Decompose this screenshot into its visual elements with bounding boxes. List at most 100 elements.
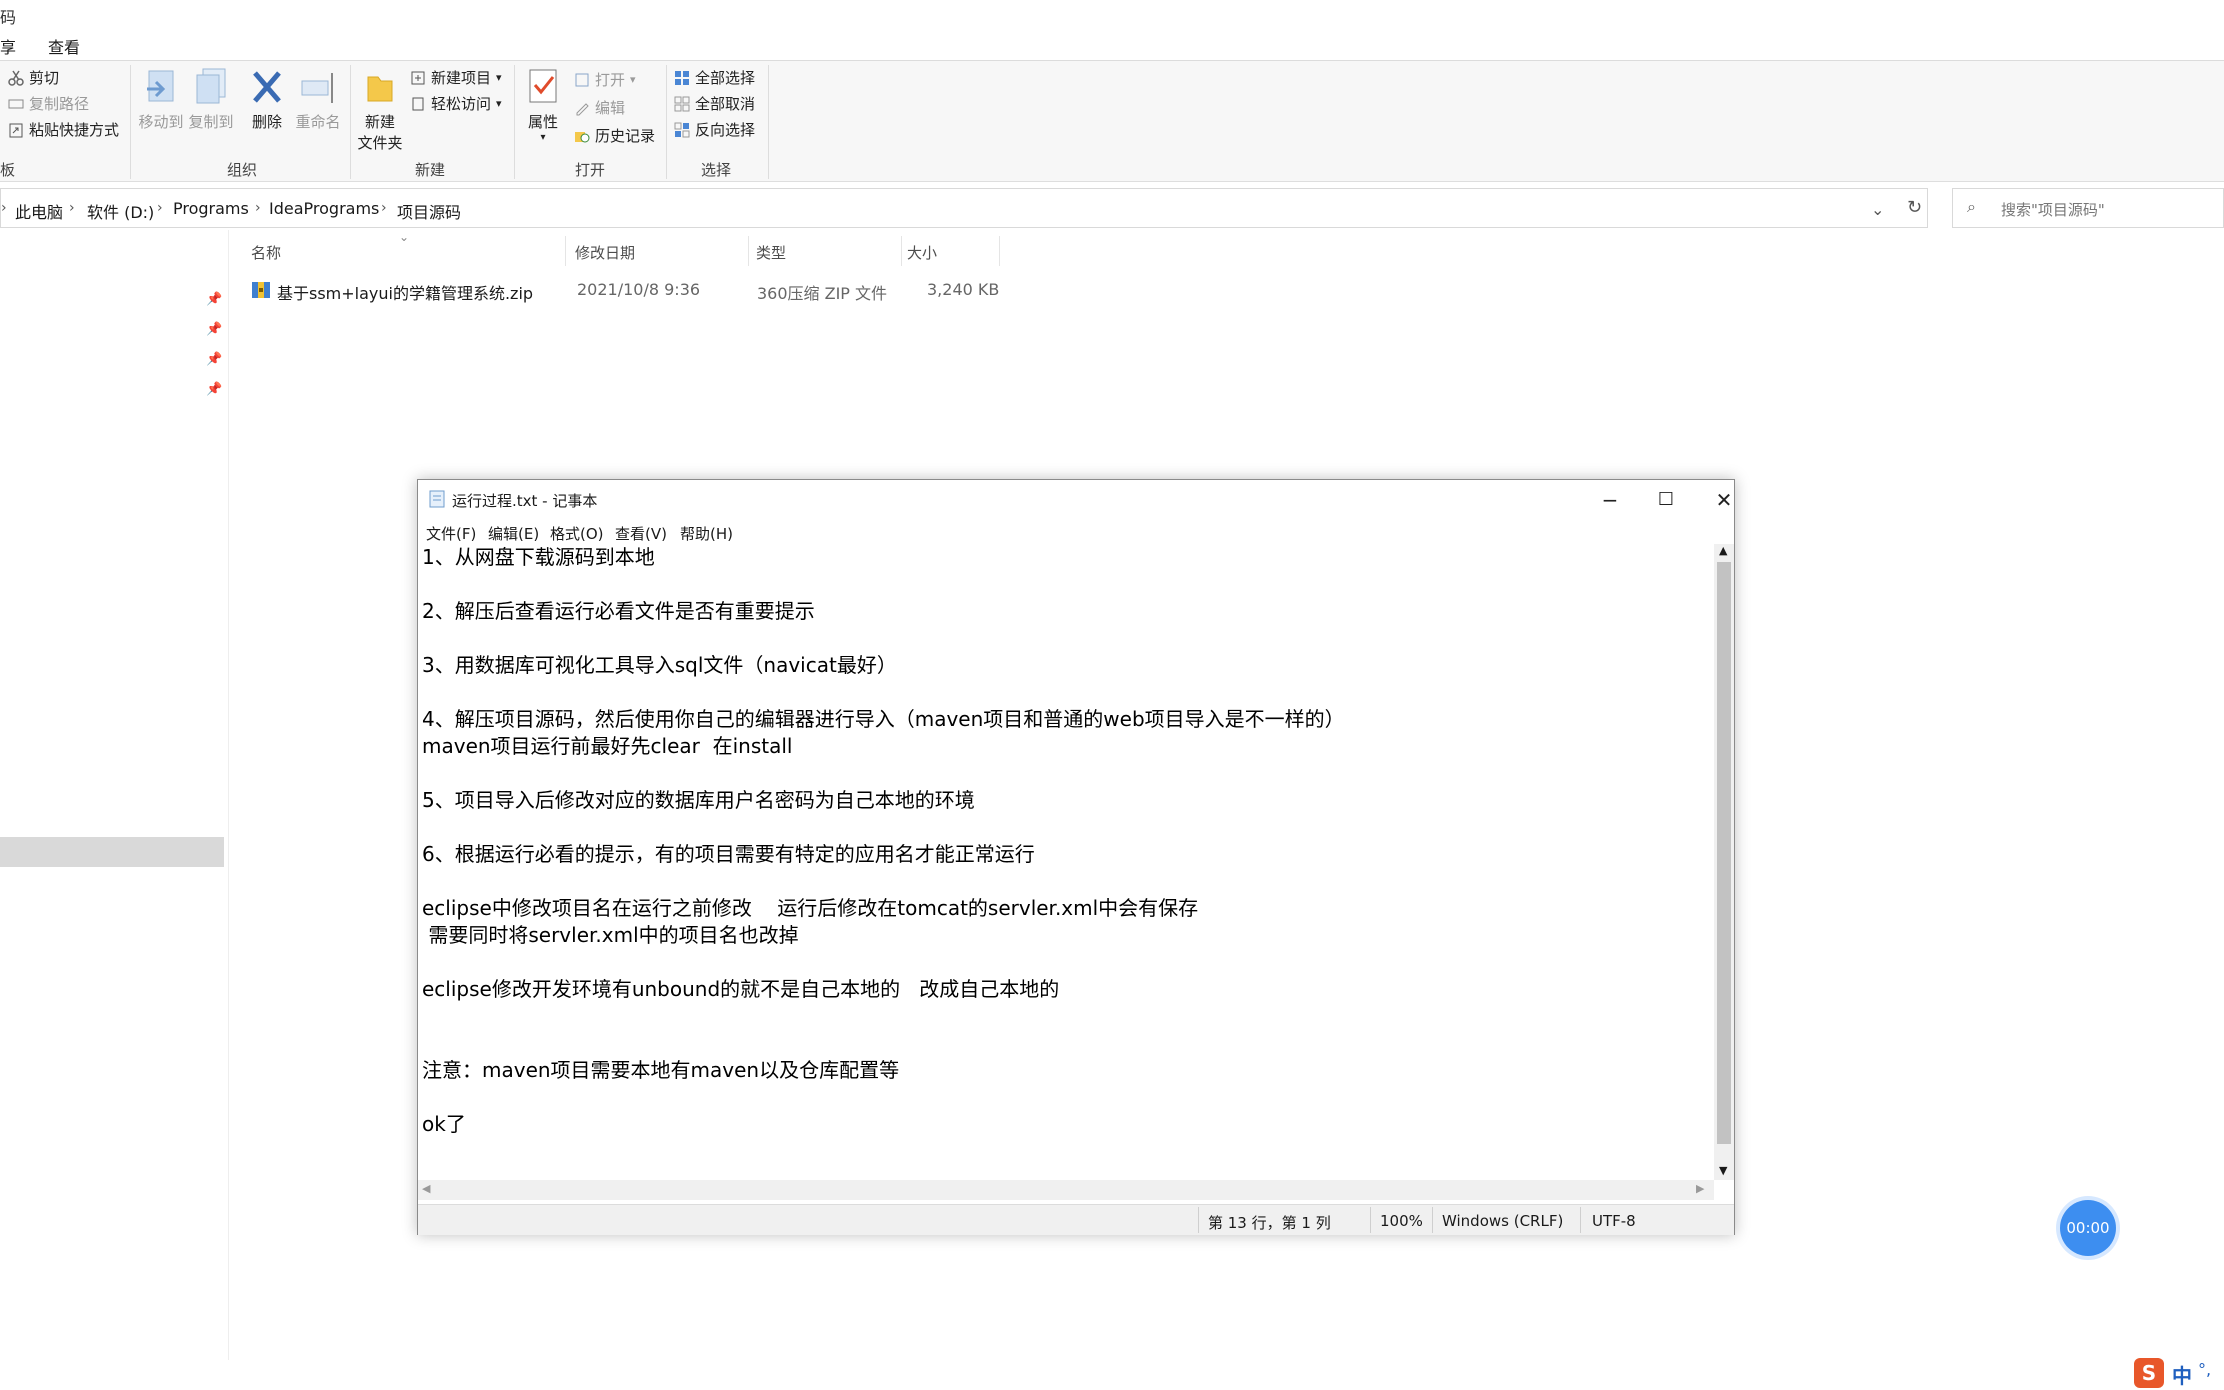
menu-help[interactable]: 帮助(H) bbox=[680, 523, 733, 544]
ime-logo-icon: S bbox=[2134, 1358, 2164, 1388]
dropdown-caret-icon: ▾ bbox=[540, 132, 546, 143]
chevron-right-icon: › bbox=[381, 200, 387, 216]
ribbon-separator bbox=[768, 65, 769, 179]
minimize-icon[interactable]: − bbox=[1588, 486, 1632, 514]
paste-shortcut-button[interactable]: 粘贴快捷方式 bbox=[8, 119, 119, 140]
scroll-right-icon[interactable]: ▶ bbox=[1696, 1182, 1704, 1195]
history-dropdown-icon[interactable]: ⌄ bbox=[1871, 200, 1884, 219]
open-icon bbox=[574, 72, 590, 88]
path-icon bbox=[8, 96, 24, 112]
ime-punct: °, bbox=[2198, 1360, 2212, 1379]
column-separator[interactable] bbox=[565, 236, 566, 266]
pin-icon[interactable]: 📌 bbox=[206, 292, 222, 307]
vertical-scroll-thumb[interactable] bbox=[1717, 562, 1731, 1144]
navigation-pane: 📌 📌 📌 📌 bbox=[0, 230, 229, 1360]
new-item-button[interactable]: 新建项目 ▾ bbox=[410, 67, 502, 88]
breadcrumb-drive-d[interactable]: 软件 (D:) bbox=[87, 199, 154, 223]
breadcrumb-current[interactable]: 项目源码 bbox=[397, 199, 461, 223]
new-folder-button[interactable]: 新建 文件夹 bbox=[356, 67, 404, 153]
chevron-right-icon: › bbox=[255, 200, 261, 216]
copy-path-button[interactable]: 复制路径 bbox=[8, 93, 89, 114]
pin-icon[interactable]: 📌 bbox=[206, 352, 222, 367]
history-button[interactable]: 历史记录 bbox=[574, 125, 655, 146]
delete-button[interactable]: 删除 bbox=[244, 67, 290, 132]
recording-timer[interactable]: 00:00 bbox=[2060, 1200, 2116, 1256]
folder-icon bbox=[356, 67, 404, 111]
breadcrumb-this-pc[interactable]: 此电脑 bbox=[15, 199, 63, 223]
menu-edit[interactable]: 编辑(E) bbox=[488, 523, 539, 544]
file-date: 2021/10/8 9:36 bbox=[577, 280, 701, 299]
tab-view[interactable]: 查看 bbox=[48, 34, 80, 58]
menu-view[interactable]: 查看(V) bbox=[615, 523, 667, 544]
notepad-window: 运行过程.txt - 记事本 − ☐ ✕ 文件(F) 编辑(E) 格式(O) 查… bbox=[417, 479, 1735, 1235]
ime-indicator[interactable]: S 中 °, bbox=[2134, 1356, 2224, 1390]
breadcrumb-ideaprograms[interactable]: IdeaPrograms bbox=[269, 199, 379, 218]
clipboard-group-label: 板 bbox=[0, 161, 16, 179]
explorer-title-bar: 码 bbox=[0, 0, 2224, 28]
copy-to-button[interactable]: 复制到 bbox=[186, 67, 236, 132]
notepad-status-bar: 第 13 行，第 1 列 100% Windows (CRLF) UTF-8 bbox=[418, 1204, 1734, 1235]
pin-icon[interactable]: 📌 bbox=[206, 322, 222, 337]
vertical-scrollbar[interactable]: ▲ ▼ bbox=[1714, 544, 1734, 1180]
ribbon-separator bbox=[666, 65, 667, 179]
menu-file[interactable]: 文件(F) bbox=[426, 523, 476, 544]
menu-format[interactable]: 格式(O) bbox=[550, 523, 604, 544]
column-separator[interactable] bbox=[999, 236, 1000, 266]
chevron-right-icon: › bbox=[1, 200, 7, 216]
select-none-button[interactable]: 全部取消 bbox=[674, 93, 755, 114]
ribbon-separator bbox=[514, 65, 515, 179]
scroll-left-icon[interactable]: ◀ bbox=[422, 1182, 430, 1195]
chevron-right-icon: › bbox=[157, 200, 163, 216]
tab-share[interactable]: 享 bbox=[0, 34, 16, 58]
open-group-label: 打开 bbox=[574, 161, 605, 179]
maximize-icon[interactable]: ☐ bbox=[1644, 486, 1688, 514]
history-icon bbox=[574, 128, 590, 144]
select-all-button[interactable]: 全部选择 bbox=[674, 67, 755, 88]
edit-pencil-icon bbox=[574, 100, 590, 116]
invert-selection-button[interactable]: 反向选择 bbox=[674, 119, 755, 140]
notepad-text-area[interactable]: 1、从网盘下载源码到本地 2、解压后查看运行必看文件是否有重要提示 3、用数据库… bbox=[422, 544, 1712, 1136]
file-name[interactable]: 基于ssm+layui的学籍管理系统.zip bbox=[277, 280, 533, 304]
open-button[interactable]: 打开 ▾ bbox=[574, 69, 636, 90]
notepad-title: 运行过程.txt - 记事本 bbox=[452, 492, 598, 510]
rename-icon bbox=[292, 67, 344, 111]
refresh-icon[interactable]: ↻ bbox=[1907, 197, 1922, 218]
status-separator bbox=[1580, 1207, 1581, 1233]
horizontal-scrollbar[interactable]: ◀ ▶ bbox=[418, 1180, 1714, 1200]
column-date[interactable]: 修改日期 bbox=[575, 242, 635, 263]
close-icon[interactable]: ✕ bbox=[1702, 486, 1746, 514]
search-box[interactable]: ⌕ 搜索"项目源码" bbox=[1952, 188, 2224, 228]
select-group-label: 选择 bbox=[700, 161, 731, 179]
move-to-button[interactable]: 移动到 bbox=[136, 67, 186, 132]
breadcrumb-programs[interactable]: Programs bbox=[173, 199, 249, 218]
chevron-right-icon: › bbox=[69, 200, 75, 216]
properties-button[interactable]: 属性 ▾ bbox=[520, 67, 566, 143]
ime-mode: 中 bbox=[2172, 1364, 2192, 1388]
copy-to-icon bbox=[186, 67, 236, 111]
cut-button[interactable]: 剪切 bbox=[8, 67, 59, 88]
file-row[interactable]: 基于ssm+layui的学籍管理系统.zip 2021/10/8 9:36 36… bbox=[245, 274, 1005, 306]
rename-button[interactable]: 重命名 bbox=[292, 67, 344, 132]
pin-icon[interactable]: 📌 bbox=[206, 382, 222, 397]
column-type[interactable]: 类型 bbox=[756, 242, 786, 263]
address-box[interactable]: › 此电脑 › 软件 (D:) › Programs › IdeaProgram… bbox=[0, 188, 1928, 228]
column-separator[interactable] bbox=[748, 236, 749, 266]
paste-shortcut-icon bbox=[8, 122, 24, 138]
ribbon: 剪切 复制路径 粘贴快捷方式 板 移动到 复制到 删除 重命名 组织 新建 文件… bbox=[0, 61, 2224, 182]
column-separator[interactable] bbox=[901, 236, 902, 266]
ribbon-tabs: 享 查看 bbox=[0, 28, 2224, 61]
status-separator bbox=[1370, 1207, 1371, 1233]
column-name[interactable]: 名称 bbox=[251, 242, 281, 263]
status-line-ending: Windows (CRLF) bbox=[1442, 1212, 1564, 1230]
scroll-down-icon[interactable]: ▼ bbox=[1719, 1164, 1727, 1177]
dropdown-caret-icon: ▾ bbox=[496, 97, 502, 110]
easy-access-button[interactable]: 轻松访问 ▾ bbox=[410, 93, 502, 114]
easy-access-icon bbox=[410, 96, 426, 112]
column-size[interactable]: 大小 bbox=[907, 242, 937, 263]
status-zoom: 100% bbox=[1380, 1212, 1423, 1230]
search-input[interactable]: 搜索"项目源码" bbox=[2001, 199, 2105, 220]
scroll-up-icon[interactable]: ▲ bbox=[1719, 544, 1727, 557]
nav-item-selected[interactable] bbox=[0, 837, 224, 867]
notepad-title-bar[interactable]: 运行过程.txt - 记事本 − ☐ ✕ bbox=[418, 480, 1734, 520]
edit-button[interactable]: 编辑 bbox=[574, 97, 625, 118]
